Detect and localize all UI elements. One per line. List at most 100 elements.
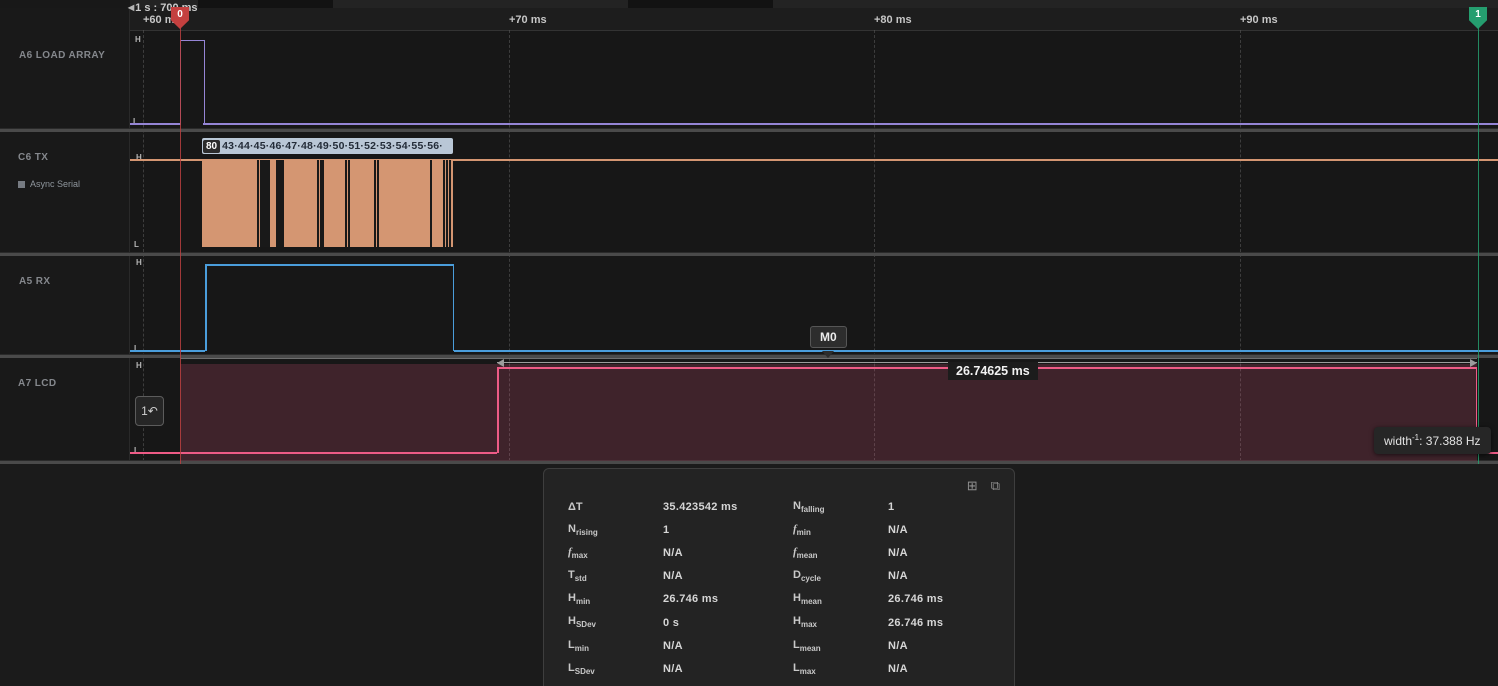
serial-bit-edge bbox=[430, 160, 432, 247]
row-separator[interactable] bbox=[0, 128, 1498, 132]
low-level-label: L bbox=[134, 240, 139, 249]
stat-label: fmean bbox=[793, 546, 888, 560]
measurement-range-bar[interactable] bbox=[180, 358, 1477, 359]
stat-row: Hmean26.746 ms bbox=[793, 588, 998, 611]
stat-row: ΔT35.423542 ms bbox=[568, 495, 793, 518]
a6-waveform-low bbox=[130, 123, 180, 125]
high-level-label: H bbox=[136, 153, 142, 162]
low-level-label: L bbox=[133, 117, 138, 126]
timing-marker-line bbox=[1478, 8, 1479, 464]
serial-bit-edge bbox=[443, 160, 445, 247]
row-separator[interactable] bbox=[0, 252, 1498, 256]
stat-row: fmeanN/A bbox=[793, 541, 998, 564]
a7-waveform-edge bbox=[497, 368, 499, 453]
stat-value: 0 s bbox=[663, 617, 679, 629]
channel-sidebar bbox=[0, 8, 130, 464]
stat-label: Lmean bbox=[793, 639, 888, 653]
stat-row: TstdN/A bbox=[568, 565, 793, 588]
stat-row: Hmax26.746 ms bbox=[793, 611, 998, 634]
logic-analyzer-capture-view: ◀1 s : 700 ms +60 ms+70 ms+80 ms+90 ms A… bbox=[0, 0, 1498, 686]
stat-row: DcycleN/A bbox=[793, 565, 998, 588]
stat-value: N/A bbox=[663, 663, 683, 675]
stat-row: fminN/A bbox=[793, 518, 998, 541]
serial-decode-bubble[interactable]: 80 43·44·45·46·47·48·49·50·51·52·53·54·5… bbox=[202, 138, 453, 154]
stat-value: N/A bbox=[663, 547, 683, 559]
top-strip-left bbox=[0, 0, 130, 8]
high-level-label: H bbox=[136, 258, 142, 267]
settings-grid-icon[interactable]: ⊞ bbox=[967, 478, 978, 494]
analyzer-swatch-icon bbox=[18, 181, 25, 188]
width-measure-arrow-left-icon bbox=[497, 359, 504, 367]
stat-label: Hmean bbox=[793, 592, 888, 606]
timing-marker-line bbox=[180, 8, 181, 464]
channel-label-a5[interactable]: A5 RX bbox=[19, 276, 50, 287]
stat-label: LSDev bbox=[568, 662, 663, 676]
stat-value: 35.423542 ms bbox=[663, 501, 738, 513]
top-strip-patch bbox=[198, 0, 333, 8]
a5-waveform-high bbox=[205, 264, 454, 266]
stat-value: N/A bbox=[888, 570, 908, 582]
stat-label: Tstd bbox=[568, 569, 663, 583]
serial-bit-edge bbox=[317, 160, 319, 247]
stat-label: Hmax bbox=[793, 615, 888, 629]
low-level-label: L bbox=[134, 446, 139, 455]
jump-to-edge-button[interactable]: 1↶ bbox=[135, 396, 164, 426]
top-strip-patch bbox=[628, 0, 773, 8]
stat-row: LSDevN/A bbox=[568, 657, 793, 680]
stat-value: 26.746 ms bbox=[888, 617, 943, 629]
copy-icon[interactable]: ⧉ bbox=[991, 478, 1000, 494]
ruler-tick-label: +70 ms bbox=[509, 14, 547, 26]
stat-row: fmaxN/A bbox=[568, 541, 793, 564]
stat-row: LmeanN/A bbox=[793, 634, 998, 657]
stat-value: N/A bbox=[888, 547, 908, 559]
stat-value: N/A bbox=[663, 640, 683, 652]
timeline-ruler[interactable] bbox=[130, 8, 1498, 31]
decode-bytes: 43·44·45·46·47·48·49·50·51·52·53·54·55·5… bbox=[222, 140, 443, 152]
stat-label: ΔT bbox=[568, 501, 663, 513]
stat-value: N/A bbox=[888, 524, 908, 536]
serial-bit-edge bbox=[282, 160, 284, 247]
stat-label: fmin bbox=[793, 523, 888, 537]
measurement-name-tooltip[interactable]: M0 bbox=[810, 326, 847, 348]
a5-waveform-edge bbox=[205, 264, 207, 351]
channel-label-a6[interactable]: A6 LOAD ARRAY bbox=[19, 50, 105, 61]
analyzer-label[interactable]: Async Serial bbox=[18, 179, 80, 189]
serial-bit-edge bbox=[377, 160, 379, 247]
a5-waveform-low bbox=[454, 350, 1498, 352]
serial-bit-edge bbox=[257, 160, 259, 247]
measurement-tooltip-pointer bbox=[822, 351, 834, 358]
stat-label: Dcycle bbox=[793, 569, 888, 583]
stat-row: LminN/A bbox=[568, 634, 793, 657]
width-measure-arrow-right-icon bbox=[1470, 359, 1477, 367]
serial-bit-edge bbox=[268, 160, 270, 247]
low-level-label: L bbox=[134, 344, 139, 353]
a5-waveform-edge bbox=[453, 264, 455, 351]
stat-label: Nfalling bbox=[793, 500, 888, 514]
stat-value: N/A bbox=[888, 640, 908, 652]
stat-value: 1 bbox=[888, 501, 894, 513]
serial-bit-edge bbox=[345, 160, 347, 247]
stat-row: LmaxN/A bbox=[793, 657, 998, 680]
stat-label: HSDev bbox=[568, 615, 663, 629]
channel-label-a7[interactable]: A7 LCD bbox=[18, 378, 57, 389]
stat-label: fmax bbox=[568, 546, 663, 560]
measurement-region-fill[interactable] bbox=[180, 364, 1477, 461]
stat-row: Hmin26.746 ms bbox=[568, 588, 793, 611]
a5-waveform-low bbox=[130, 350, 205, 352]
channel-label-c6[interactable]: C6 TX bbox=[18, 152, 48, 163]
stat-label: Lmin bbox=[568, 639, 663, 653]
measurement-stats-panel[interactable]: ⊞⧉ ΔT35.423542 msNrising1fmaxN/ATstdN/AH… bbox=[543, 468, 1015, 686]
stat-row: Nfalling1 bbox=[793, 495, 998, 518]
frequency-tooltip: width-1: 37.388 Hz bbox=[1374, 427, 1491, 454]
serial-bit-edge bbox=[449, 160, 451, 247]
a7-waveform-low bbox=[130, 452, 497, 454]
stat-label: Lmax bbox=[793, 662, 888, 676]
high-level-label: H bbox=[135, 35, 141, 44]
serial-bit-edge bbox=[446, 160, 448, 247]
a6-waveform-pulse bbox=[180, 40, 205, 125]
stat-row: HSDev0 s bbox=[568, 611, 793, 634]
stat-row: Nrising1 bbox=[568, 518, 793, 541]
stat-label: Hmin bbox=[568, 592, 663, 606]
serial-bit-edge bbox=[348, 160, 350, 247]
stat-value: N/A bbox=[663, 570, 683, 582]
